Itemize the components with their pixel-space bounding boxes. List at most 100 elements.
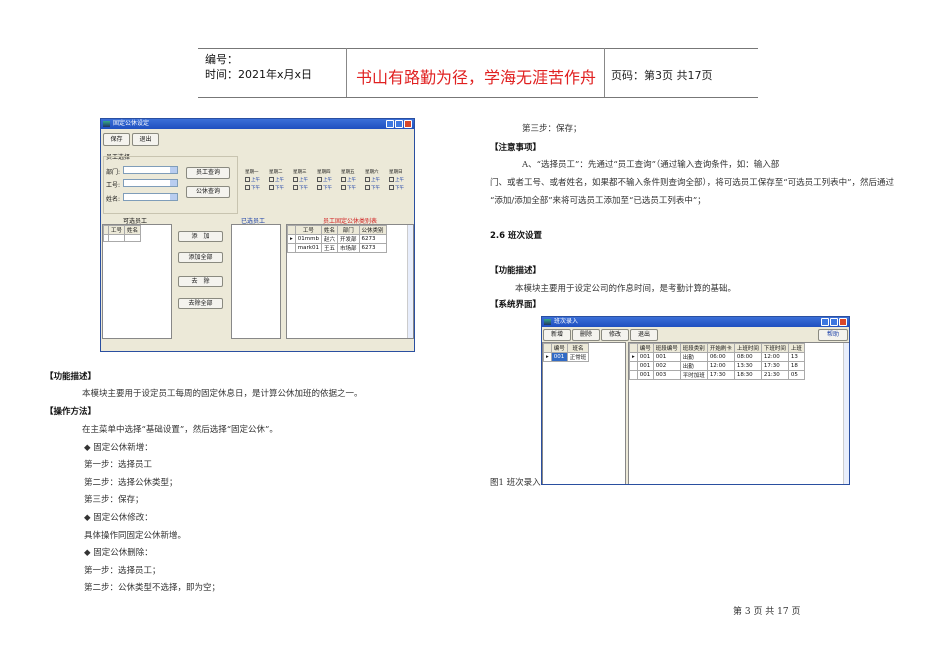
maximize-icon[interactable] [395, 120, 403, 128]
am-checkbox[interactable] [389, 177, 394, 182]
table-row[interactable]: mark01 王五 市场部 6273 [287, 243, 387, 253]
table-cell: 出勤 [679, 352, 708, 362]
pm-checkbox[interactable] [245, 185, 250, 190]
col-header: 编号 [550, 343, 568, 353]
table-row[interactable]: 001 003 平时加班 17:30 18:30 21:30 05 [629, 370, 805, 380]
table-cell: 18 [787, 361, 805, 371]
table-cell: mark01 [294, 243, 322, 253]
table-cell: 18:30 [733, 370, 762, 380]
table-cell: 平时加班 [679, 370, 708, 380]
am-checkbox[interactable] [341, 177, 346, 182]
minimize-icon[interactable] [821, 318, 829, 326]
col-header: 部门 [337, 225, 360, 235]
name-combo[interactable] [123, 193, 178, 201]
table-row[interactable]: 001 002 出勤 12:00 13:30 17:30 18 [629, 361, 805, 371]
col-header: 编号 [636, 343, 654, 353]
am-checkbox[interactable] [245, 177, 250, 182]
pm-label: 下午 [275, 186, 284, 191]
func-desc-heading: 【功能描述】 [45, 372, 97, 382]
operation-line: 第一步：选择员工； [84, 565, 161, 576]
pm-checkbox[interactable] [389, 185, 394, 190]
weekday-column: 星期三 上午 下午 [293, 169, 318, 191]
dept-combo[interactable] [123, 166, 178, 174]
name-label: 姓名: [106, 196, 121, 203]
am-checkbox[interactable] [269, 177, 274, 182]
new-button[interactable]: 新增 [543, 329, 571, 341]
edit-button[interactable]: 修改 [601, 329, 629, 341]
am-checkbox[interactable] [365, 177, 370, 182]
add-all-button[interactable]: 添加全部 [178, 252, 223, 263]
func-desc-heading-2: 【功能描述】 [490, 266, 542, 276]
app-icon [103, 121, 110, 127]
table-cell: 17:30 [760, 361, 789, 371]
table-cell: 06:00 [706, 352, 735, 362]
col-header: 上班时间 [733, 343, 762, 353]
doc-number-label: 编号： [205, 53, 238, 66]
maximize-icon[interactable] [830, 318, 838, 326]
am-checkbox[interactable] [293, 177, 298, 182]
header-motto: 书山有路勤为径，学海无涯苦作舟 [356, 68, 597, 87]
id-combo[interactable] [123, 179, 178, 187]
pm-checkbox[interactable] [365, 185, 370, 190]
holiday-table[interactable]: 工号 姓名 部门 公休类别 ▸ 01mmb 赵六 开发部 6273 mark01 王五 市场部 6273 [286, 224, 414, 339]
header-bottom-rule [198, 97, 758, 98]
operation-heading: 【操作方法】 [45, 407, 97, 417]
pm-checkbox[interactable] [293, 185, 298, 190]
table-row[interactable]: ▸ 001 正常班 [543, 352, 590, 362]
weekday-column: 星期日 上午 下午 [389, 169, 414, 191]
operation-line: 第三步：保存； [84, 495, 144, 506]
holiday-query-button[interactable]: 公休查询 [186, 186, 230, 198]
operation-line: 第一步：选择员工 [84, 460, 153, 471]
table-row[interactable]: ▸ 01mmb 赵六 开发部 6273 [287, 234, 387, 244]
shift-segment-grid[interactable]: 编号 班段编号 班段类别 开始刷卡 上班时间 下班时间 上班 ▸ 001 001 出勤 06:00 08… [628, 342, 849, 484]
am-checkbox[interactable] [317, 177, 322, 182]
pm-label: 下午 [299, 186, 308, 191]
remove-all-button[interactable]: 去除全部 [178, 298, 223, 309]
col-header: 班段编号 [652, 343, 681, 353]
shift-list-grid[interactable]: 编号 班名 ▸ 001 正常班 [542, 342, 626, 484]
notice-line: “添加/添加全部”来将可选员工添加至“已选员工列表中”； [490, 196, 706, 206]
func-desc-text: 本模块主要用于设定员工每周的固定休息日，是计算公休加班的依据之一。 [82, 389, 363, 399]
table-cell: 王五 [320, 243, 339, 253]
vertical-scrollbar[interactable] [843, 343, 849, 484]
am-label: 上午 [323, 178, 332, 183]
remove-button[interactable]: 去 除 [178, 276, 223, 287]
am-label: 上午 [275, 178, 284, 183]
selected-list[interactable] [231, 224, 281, 339]
table-row[interactable]: ▸ 001 001 出勤 06:00 08:00 12:00 13 [629, 352, 805, 362]
table-cell: 003 [652, 370, 681, 380]
close-icon[interactable] [404, 120, 412, 128]
vertical-scrollbar[interactable] [407, 225, 413, 338]
func-desc-text-2: 本模块主要用于设定公司的作息时间，是考勤计算的基础。 [515, 284, 737, 294]
exit-button[interactable]: 退出 [132, 133, 159, 146]
table-cell: 12:00 [760, 352, 789, 362]
col-header: 开始刷卡 [706, 343, 735, 353]
minimize-icon[interactable] [386, 120, 394, 128]
operation-line: ◆ 固定公休新增： [84, 442, 153, 453]
pm-checkbox[interactable] [341, 185, 346, 190]
add-button[interactable]: 添 加 [178, 231, 223, 242]
notice-line: 门、或者工号、或者姓名，如果都不输入条件则查询全部），将可选员工保存至“可选员工… [490, 178, 894, 188]
exit-button[interactable]: 退出 [630, 329, 658, 341]
pm-checkbox[interactable] [317, 185, 322, 190]
section-heading: 2.6 班次设置 [490, 231, 543, 241]
table-cell: 001 [652, 352, 681, 362]
col-header: 班名 [566, 343, 590, 353]
available-grid[interactable]: 工号 姓名 [102, 224, 172, 339]
operation-line: 第二步：公休类型不选择，即为空； [84, 583, 221, 594]
header-divider [604, 48, 605, 97]
table-cell: 05 [787, 370, 805, 380]
table-cell: 001 [636, 370, 654, 380]
table-cell: 开发部 [337, 234, 360, 244]
employee-query-button[interactable]: 员工查询 [186, 167, 230, 179]
help-button[interactable]: 帮助 [818, 329, 848, 341]
close-icon[interactable] [839, 318, 847, 326]
weekday-label: 星期三 [293, 170, 307, 175]
pm-checkbox[interactable] [269, 185, 274, 190]
save-button[interactable]: 保存 [103, 133, 130, 146]
pm-label: 下午 [347, 186, 356, 191]
delete-button[interactable]: 删除 [572, 329, 600, 341]
col-header: 公休类别 [358, 225, 387, 235]
table-cell: 12:00 [706, 361, 735, 371]
table-cell: 001 [636, 352, 654, 362]
